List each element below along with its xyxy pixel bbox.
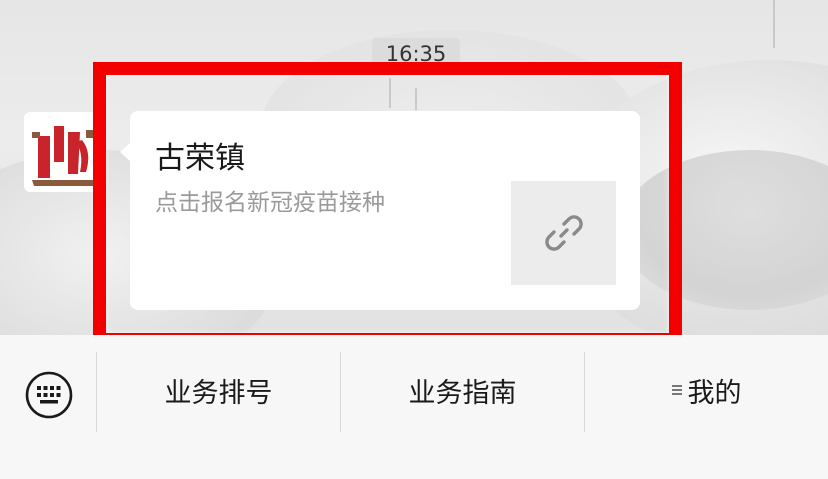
link-icon	[544, 215, 583, 251]
menu-lines-icon	[671, 383, 682, 397]
custom-menu-bar: 业务排号 业务指南 我的	[0, 348, 828, 479]
message-title: 古荣镇	[155, 141, 245, 176]
message-thumbnail	[511, 181, 616, 285]
menu-bar-top	[0, 335, 828, 348]
background-pole	[773, 0, 775, 48]
avatar[interactable]	[24, 112, 104, 192]
keyboard-icon	[25, 371, 73, 419]
message-description: 点击报名新冠疫苗接种	[155, 190, 385, 216]
menu-item-label: 业务指南	[408, 377, 517, 409]
menu-item-business-guide[interactable]: 业务指南	[341, 348, 584, 432]
menu-item-label: 业务排号	[164, 377, 273, 409]
menu-item-business-queue[interactable]: 业务排号	[97, 348, 340, 432]
background-pole	[415, 88, 417, 110]
message-timestamp: 16:35	[372, 38, 460, 68]
keyboard-toggle-button[interactable]	[22, 368, 76, 422]
menu-item-mine[interactable]: 我的	[585, 348, 828, 432]
background-pole	[389, 78, 391, 108]
menu-item-label: 我的	[687, 377, 742, 409]
account-logo-icon	[32, 126, 96, 186]
link-message-card[interactable]: 古荣镇 点击报名新冠疫苗接种	[130, 111, 640, 310]
